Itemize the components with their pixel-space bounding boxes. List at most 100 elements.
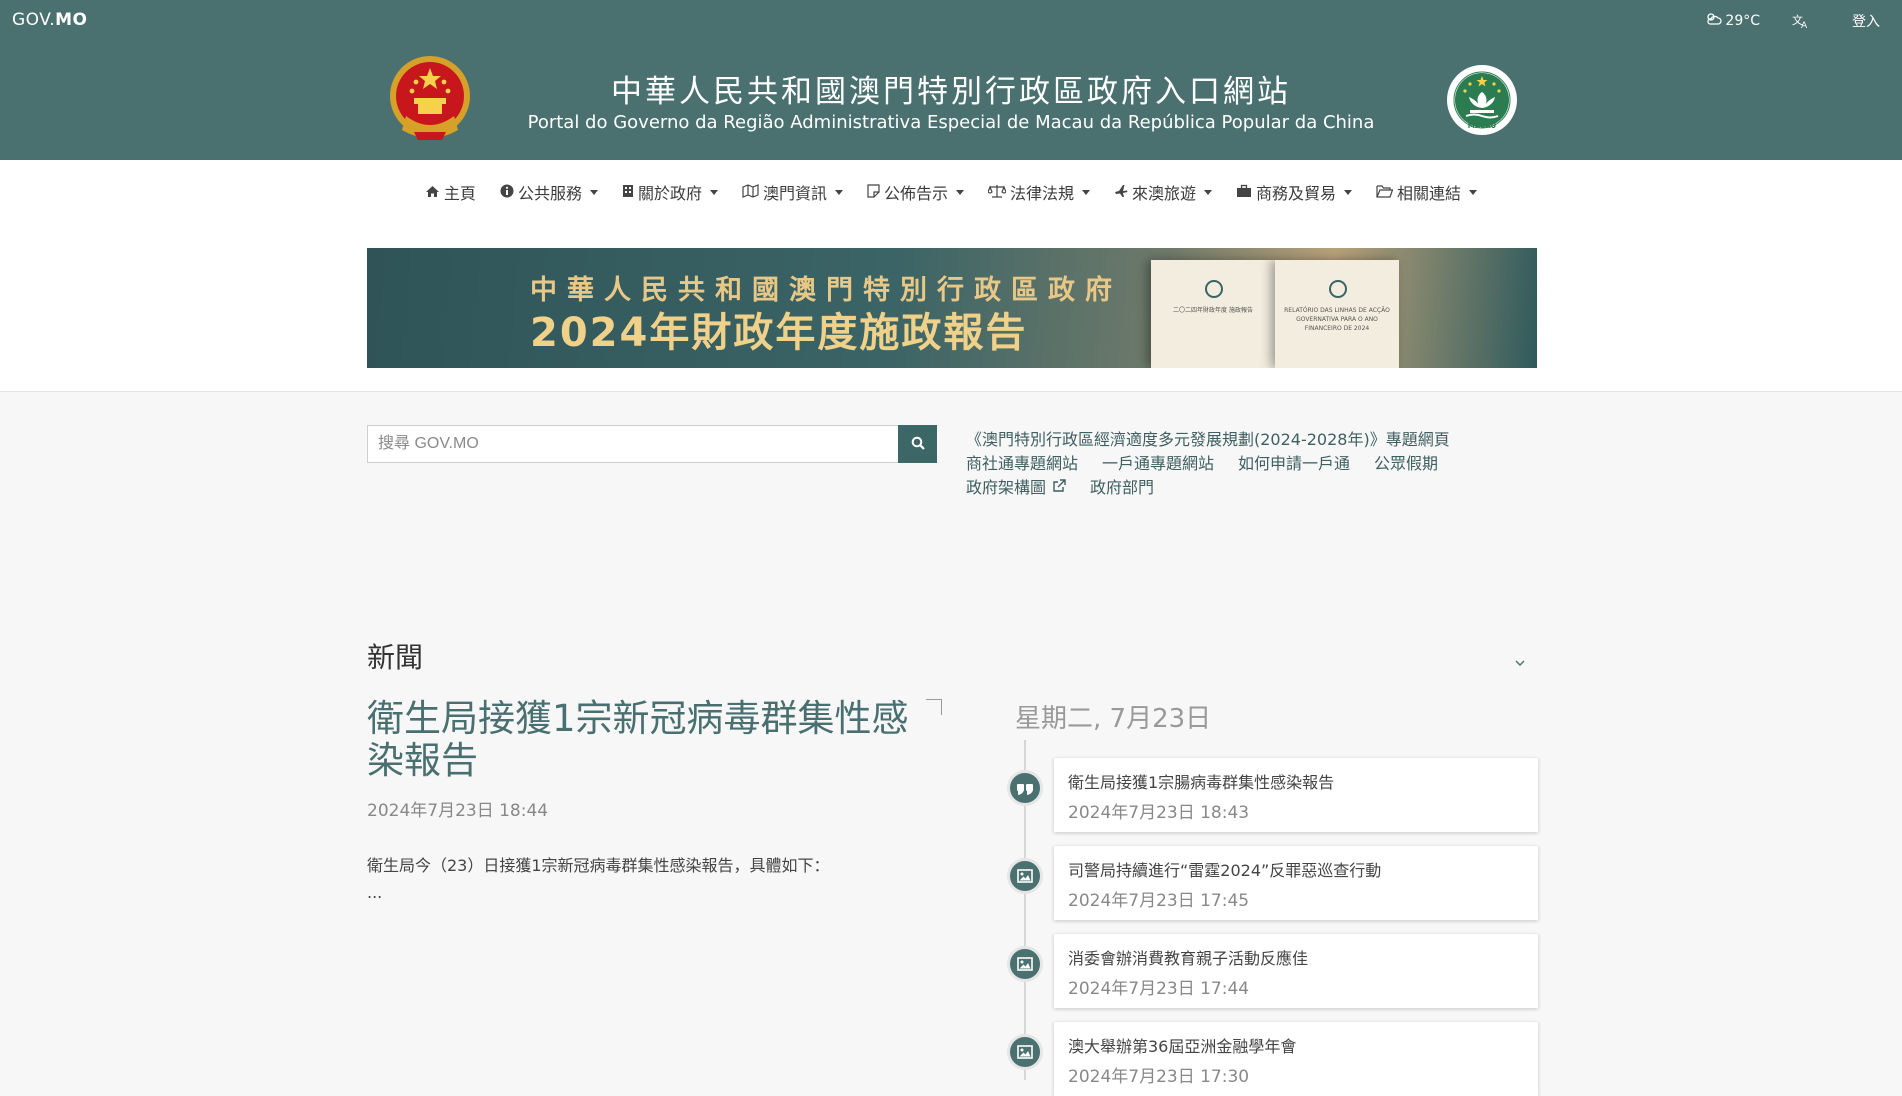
quick-link-label: 《澳門特別行政區經濟適度多元發展規劃(2024-2028年)》專題網頁 [966, 430, 1450, 449]
caret-down-icon [1344, 189, 1353, 195]
info-icon [500, 183, 514, 202]
svg-text:A: A [1801, 21, 1808, 29]
site-search [367, 425, 937, 463]
quick-link[interactable]: 《澳門特別行政區經濟適度多元發展規劃(2024-2028年)》專題網頁 [966, 428, 1450, 452]
quick-link-label: 公眾假期 [1374, 454, 1439, 473]
folder-open-icon [1376, 183, 1394, 202]
timeline-news-item[interactable]: 澳大舉辦第36屆亞洲金融學年會 2024年7月23日 17:30 [1007, 1022, 1539, 1096]
news-card-title: 司警局持續進行“雷霆2024”反罪惡巡查行動 [1068, 861, 1382, 880]
caret-down-icon [589, 189, 598, 195]
site-header: GOV.MO 29°C 文A 登入 中華人民共和國澳門特別行政區政府入口網站 P… [0, 0, 1902, 160]
news-card-time: 2024年7月23日 17:45 [1068, 891, 1250, 911]
news-card-title: 澳大舉辦第36屆亞洲金融學年會 [1068, 1037, 1297, 1056]
quick-links-row2: 商社通專題網站 一戶通專題網站 如何申請一戶通 公眾假期 [966, 452, 1506, 476]
macau-seal-text: MACAU [1467, 122, 1497, 130]
nav-item-0[interactable]: 主頁 [425, 180, 476, 204]
top-utility-bar: 29°C 文A 登入 [1706, 11, 1902, 31]
featured-news-date: 2024年7月23日 18:44 [367, 801, 549, 821]
news-section-title: 新聞 [367, 641, 424, 674]
nav-item-label: 澳門資訊 [762, 184, 827, 203]
quote-icon [1007, 770, 1043, 806]
gov-mo-logo[interactable]: GOV.MO [12, 10, 87, 30]
balance-scale-icon [987, 183, 1007, 202]
timeline-news-item[interactable]: 司警局持續進行“雷霆2024”反罪惡巡查行動 2024年7月23日 17:45 [1007, 846, 1539, 920]
macau-regional-emblem-icon: MACAU [1446, 64, 1518, 136]
image-icon [1007, 858, 1043, 894]
portal-subtitle: Portal do Governo da Região Administrati… [527, 112, 1375, 133]
news-card-title: 消委會辦消費教育親子活動反應佳 [1068, 949, 1309, 968]
news-card-time: 2024年7月23日 17:44 [1068, 979, 1250, 999]
quick-link[interactable]: 如何申請一戶通 [1238, 452, 1350, 476]
cloud-sun-icon [1706, 12, 1722, 30]
news-card-title: 衛生局接獲1宗腸病毒群集性感染報告 [1068, 773, 1335, 792]
timeline-news-item[interactable]: 衛生局接獲1宗腸病毒群集性感染報告 2024年7月23日 18:43 [1007, 758, 1539, 832]
briefcase-icon [1236, 183, 1252, 202]
image-icon [1007, 946, 1043, 982]
news-card[interactable]: 衛生局接獲1宗腸病毒群集性感染報告 2024年7月23日 18:43 [1054, 758, 1538, 832]
login-link[interactable]: 登入 [1852, 11, 1880, 31]
quick-link[interactable]: 一戶通專題網站 [1102, 452, 1214, 476]
quick-link[interactable]: 商社通專題網站 [966, 452, 1078, 476]
language-switch-icon[interactable]: 文A [1792, 13, 1810, 29]
quick-link[interactable]: 政府部門 [1090, 476, 1154, 500]
nav-item-label: 來澳旅遊 [1132, 184, 1197, 203]
weather-widget[interactable]: 29°C [1706, 12, 1760, 30]
quick-links-row1: 《澳門特別行政區經濟適度多元發展規劃(2024-2028年)》專題網頁 [966, 428, 1506, 452]
book-seal-icon [1329, 280, 1347, 298]
chevron-down-icon[interactable] [1514, 652, 1526, 671]
book-title-portuguese: RELATÓRIO DAS LINHAS DE ACÇÃO GOVERNATIV… [1284, 307, 1390, 332]
building-icon [622, 183, 634, 202]
caret-down-icon [834, 189, 843, 195]
nav-item-label: 主頁 [443, 184, 476, 203]
corner-bracket-icon [926, 699, 942, 715]
plane-icon [1114, 183, 1128, 202]
quick-link-label: 如何申請一戶通 [1238, 454, 1351, 473]
timeline-news-item[interactable]: 消委會辦消費教育親子活動反應佳 2024年7月23日 17:44 [1007, 934, 1539, 1008]
quick-link-label: 政府部門 [1090, 478, 1155, 497]
nav-item-4[interactable]: 公佈告示 [867, 180, 964, 204]
caret-down-icon [1469, 189, 1478, 195]
report-book-portuguese: RELATÓRIO DAS LINHAS DE ACÇÃO GOVERNATIV… [1275, 260, 1399, 368]
featured-news-body: 衛生局今（23）日接獲1宗新冠病毒群集性感染報告，具體如下： [367, 856, 830, 875]
search-input[interactable] [367, 425, 898, 463]
news-card[interactable]: 澳大舉辦第36屆亞洲金融學年會 2024年7月23日 17:30 [1054, 1022, 1538, 1096]
caret-down-icon [709, 189, 718, 195]
nav-item-label: 公佈告示 [883, 184, 948, 203]
news-card[interactable]: 司警局持續進行“雷霆2024”反罪惡巡查行動 2024年7月23日 17:45 [1054, 846, 1538, 920]
banner-title-line2: 2024年財政年度施政報告 [530, 310, 1028, 356]
book-title-chinese: 二〇二四年財政年度 施政報告 [1173, 307, 1253, 314]
quick-link[interactable]: 公眾假期 [1374, 452, 1438, 476]
nav-item-2[interactable]: 關於政府 [622, 180, 718, 204]
nav-item-7[interactable]: 商務及貿易 [1236, 180, 1353, 204]
quick-link-label: 商社通專題網站 [966, 454, 1079, 473]
policy-address-banner[interactable]: 中華人民共和國澳門特別行政區政府 2024年財政年度施政報告 二〇二四年財政年度… [367, 248, 1537, 368]
quick-links-row3: 政府架構圖 政府部門 [966, 476, 1506, 500]
nav-item-8[interactable]: 相關連結 [1376, 180, 1478, 204]
main-navigation-area: 主頁 公共服務 關於政府 澳門資訊 公佈告示 法律法規 來澳旅遊 商務及貿易 相關連結 中華人民… [0, 160, 1902, 392]
nav-item-label: 法律法規 [1010, 184, 1075, 203]
caret-down-icon [956, 189, 964, 195]
quick-link[interactable]: 政府架構圖 [966, 476, 1066, 500]
nav-item-6[interactable]: 來澳旅遊 [1114, 180, 1213, 204]
map-icon [742, 183, 759, 202]
book-seal-icon [1205, 280, 1223, 298]
nav-item-label: 相關連結 [1397, 184, 1462, 203]
featured-news-title[interactable]: 衛生局接獲1宗新冠病毒群集性感染報告 [367, 698, 927, 782]
quick-links: 《澳門特別行政區經濟適度多元發展規劃(2024-2028年)》專題網頁 商社通專題… [966, 428, 1506, 500]
external-link-icon [1052, 476, 1066, 500]
quick-link-label: 一戶通專題網站 [1102, 454, 1215, 473]
nav-item-label: 公共服務 [517, 184, 582, 203]
nav-item-1[interactable]: 公共服務 [500, 180, 598, 204]
portal-title: 中華人民共和國澳門特別行政區政府入口網站 [611, 74, 1291, 110]
search-button[interactable] [898, 425, 937, 463]
caret-down-icon [1082, 189, 1091, 195]
nav-item-5[interactable]: 法律法規 [987, 180, 1091, 204]
caret-down-icon [1204, 189, 1213, 195]
news-card[interactable]: 消委會辦消費教育親子活動反應佳 2024年7月23日 17:44 [1054, 934, 1538, 1008]
temperature-label: 29°C [1725, 13, 1760, 29]
nav-item-3[interactable]: 澳門資訊 [742, 180, 843, 204]
featured-news-ellipsis: ... [367, 883, 383, 902]
nav-item-label: 關於政府 [637, 184, 702, 203]
timeline-date-header: 星期二, 7月23日 [1015, 704, 1212, 734]
search-icon [911, 435, 925, 454]
